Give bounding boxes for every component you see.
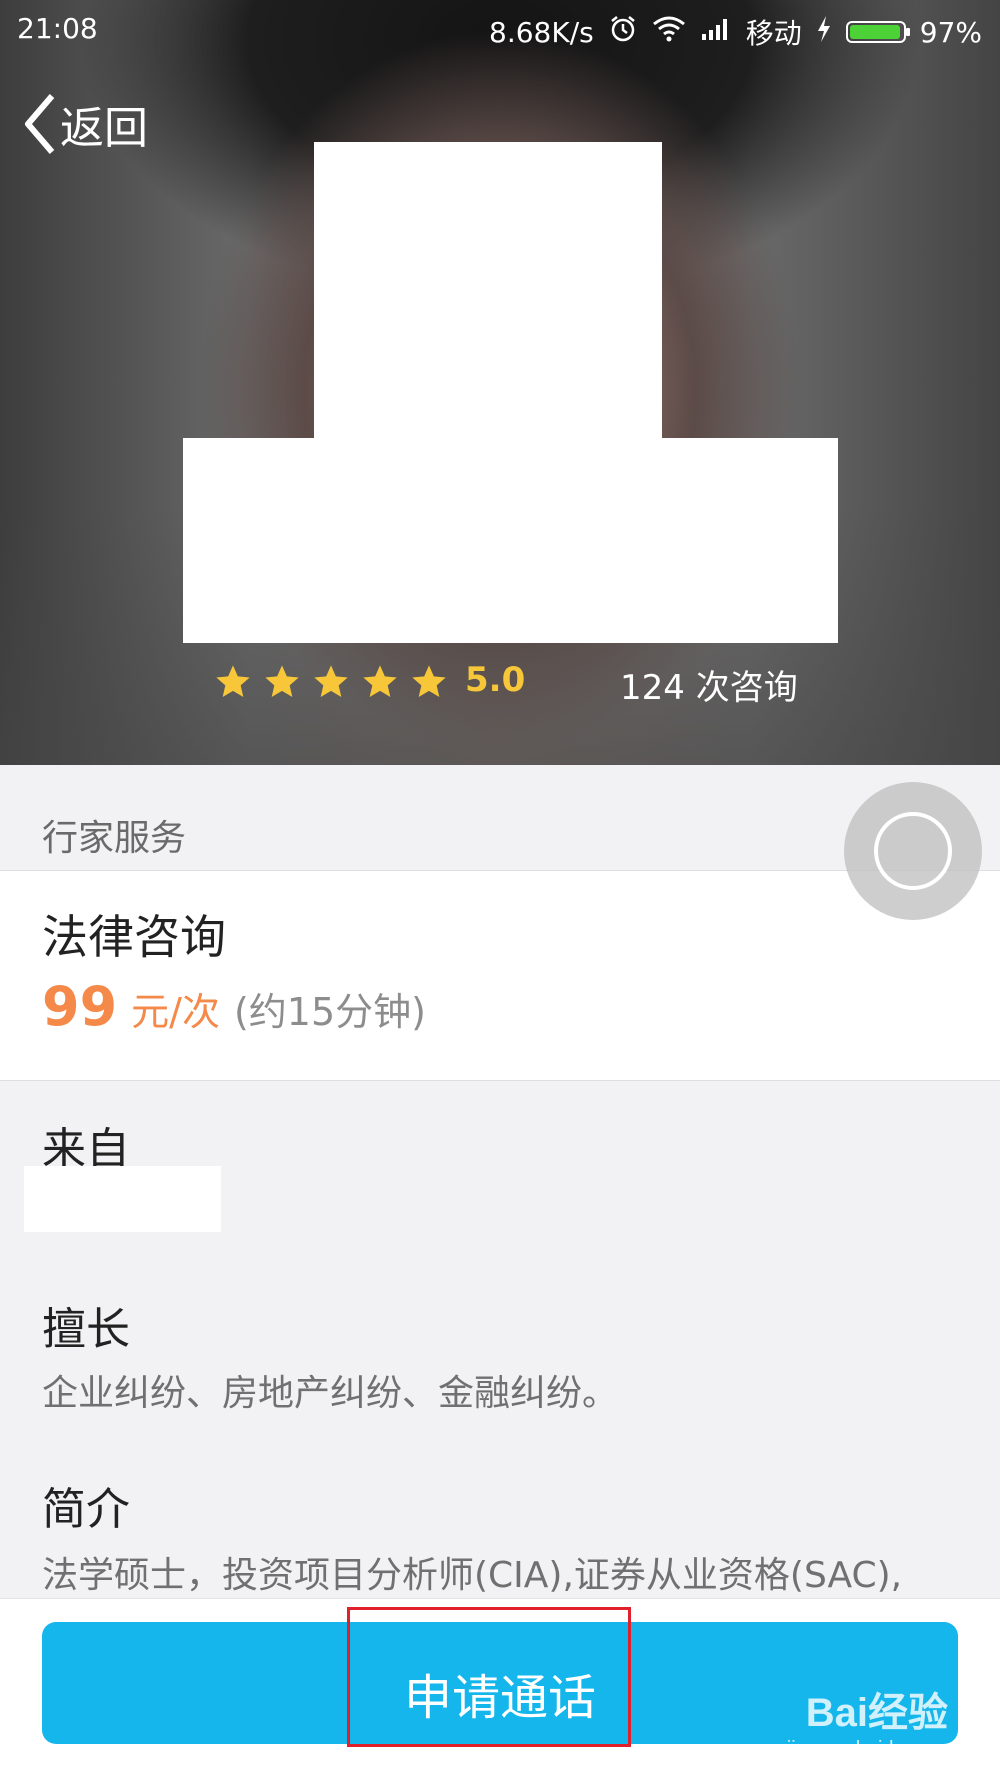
section-label: 行家服务 — [42, 818, 187, 859]
back-button[interactable]: 返回 — [22, 92, 148, 156]
carrier: 移动 — [745, 17, 802, 50]
status-time: 21:08 — [17, 12, 98, 45]
alarm-icon — [608, 14, 638, 51]
price: 99 — [42, 975, 118, 1038]
rating-score: 5.0 — [465, 660, 526, 700]
expertise-title: 擅长 — [42, 1304, 130, 1355]
battery-fill — [849, 25, 901, 39]
floating-assistive-button[interactable] — [844, 782, 982, 920]
back-label: 返回 — [60, 103, 148, 154]
watermark-url: jingyan.baidu.com — [786, 1738, 948, 1760]
redacted-avatar — [314, 142, 662, 442]
status-bar: 21:08 8.68K/s 移动 97% — [0, 0, 1000, 58]
intro-title: 简介 — [42, 1484, 130, 1535]
charging-icon — [816, 15, 832, 50]
intro-text: 法学硕士，投资项目分析师(CIA),证券从业资格(SAC), — [42, 1555, 903, 1596]
chevron-left-icon — [25, 94, 55, 154]
star-icon — [265, 665, 299, 697]
net-speed: 8.68K/s — [489, 15, 594, 49]
service-card[interactable]: 法律咨询 99 元/次 (约15分钟) — [0, 871, 1000, 1081]
battery-percent: 97% — [919, 15, 982, 49]
consult-count: 124 次咨询 — [620, 668, 798, 708]
star-icon — [314, 665, 348, 697]
expertise-text: 企业纠纷、房地产纠纷、金融纠纷。 — [42, 1373, 619, 1414]
battery-icon — [845, 21, 910, 43]
star-icon — [363, 665, 397, 697]
status-icons: 8.68K/s 移动 97% — [489, 12, 982, 52]
baidu-jingyan-watermark: Bai经验 jingyan.baidu.com — [787, 1680, 948, 1761]
service-name: 法律咨询 — [42, 910, 226, 964]
signal-icon — [700, 16, 732, 49]
wifi-icon — [652, 15, 686, 50]
duration: (约15分钟) — [233, 990, 426, 1034]
redacted-location — [24, 1166, 221, 1232]
profile-header: 21:08 8.68K/s 移动 97% 返回 5.0 124 次咨询 — [0, 0, 1000, 765]
star-icon — [216, 665, 250, 697]
watermark-logo: Bai经验 — [805, 1691, 948, 1735]
rating-row: 5.0 124 次咨询 — [0, 656, 1000, 708]
redacted-name-block — [183, 438, 838, 643]
price-unit: 元/次 — [131, 990, 220, 1034]
star-icon — [412, 665, 446, 697]
annotation-highlight-box — [347, 1607, 631, 1747]
price-row: 99 元/次 (约15分钟) — [42, 975, 426, 1038]
rating-stars — [213, 662, 449, 702]
